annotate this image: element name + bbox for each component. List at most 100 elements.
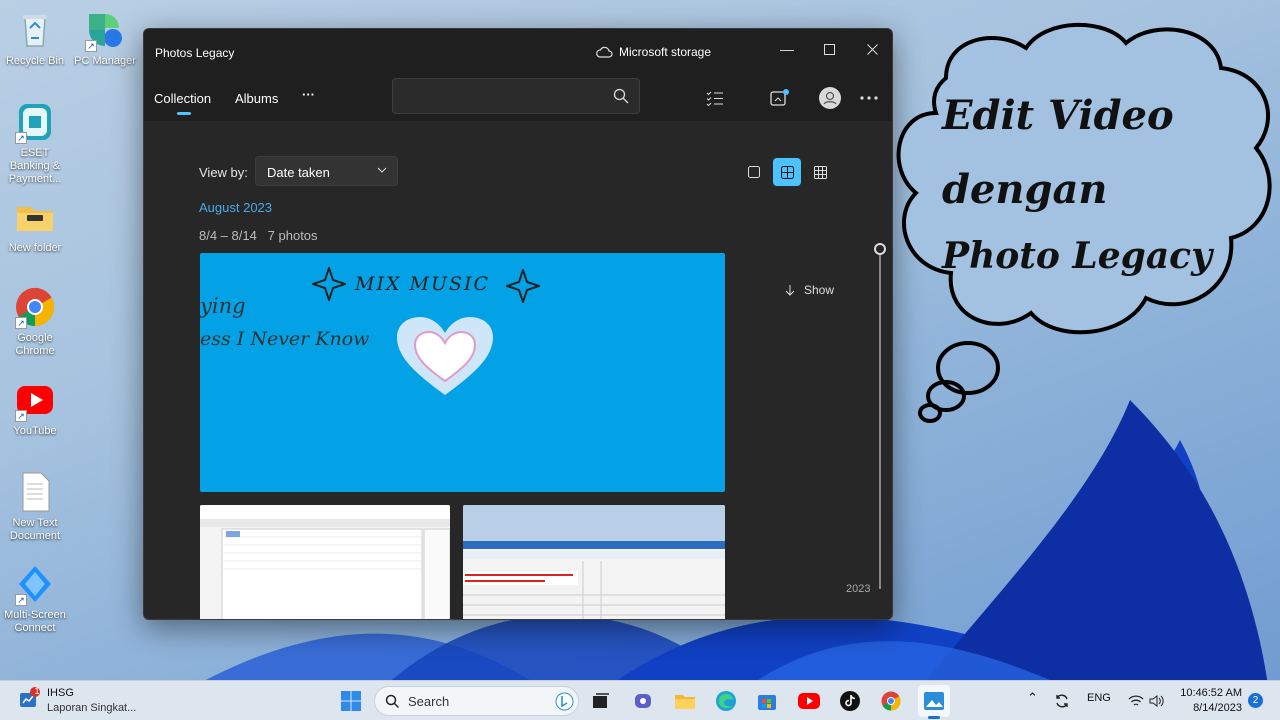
taskbar-edge[interactable] xyxy=(712,687,740,715)
recycle-bin-icon xyxy=(23,15,47,47)
taskbar-tiktok[interactable] xyxy=(836,687,864,715)
size-small-button[interactable] xyxy=(806,158,834,186)
clock-date: 8/14/2023 xyxy=(1193,702,1242,714)
cloud-icon xyxy=(596,46,613,58)
storage-label: Microsoft storage xyxy=(619,45,712,59)
import-icon xyxy=(770,89,789,106)
desktop-icon-label: YouTube xyxy=(13,425,57,437)
avatar-icon xyxy=(819,87,841,109)
timeline-year[interactable]: 2023 xyxy=(846,583,870,595)
widget-badge: 1 xyxy=(34,686,40,696)
desktop-icon-pc-manager[interactable]: ↗ PC Manager xyxy=(70,8,140,68)
sparkle-icon xyxy=(506,269,540,303)
search-icon xyxy=(613,88,629,104)
notification-badge[interactable]: 2 xyxy=(1248,693,1263,708)
active-tab-indicator xyxy=(177,112,191,115)
clock-time: 10:46:52 AM xyxy=(1180,687,1242,699)
account-button[interactable] xyxy=(817,85,843,111)
desktop-icon-label: New Text Document xyxy=(9,517,61,542)
grid-small-icon xyxy=(813,165,827,179)
widget-title: IHSG xyxy=(47,687,74,699)
desktop-icon-chrome[interactable]: ↗ Google Chrome xyxy=(0,285,70,358)
taskbar-task-view[interactable] xyxy=(587,687,615,715)
desktop-icon-youtube[interactable]: ↗ YouTube xyxy=(0,378,70,438)
tray-sync[interactable] xyxy=(1048,687,1076,715)
teams-icon xyxy=(635,694,651,708)
sync-icon xyxy=(1056,694,1068,708)
taskbar-photos[interactable] xyxy=(918,685,950,719)
taskbar-youtube[interactable] xyxy=(795,687,823,715)
windows-icon xyxy=(341,691,361,711)
start-button[interactable] xyxy=(337,687,365,715)
single-square-icon xyxy=(748,166,760,178)
show-hidden-icons[interactable]: ⌃ xyxy=(1027,690,1038,706)
taskbar-file-explorer[interactable] xyxy=(671,687,699,715)
photo-caption-title: MIX MUSIC xyxy=(355,273,491,295)
desktop-icon-label: Multi-Screen Connect xyxy=(4,609,66,634)
desktop-icon-label: ESET Banking & Payment... xyxy=(8,147,62,185)
desktop-icon-new-folder[interactable]: New folder xyxy=(0,195,70,255)
thought-bubble xyxy=(896,22,1272,423)
nav-bar: Collection Albums ··· xyxy=(144,75,892,121)
select-button[interactable] xyxy=(702,85,728,111)
close-icon xyxy=(866,43,878,55)
desktop-icon-label: PC Manager xyxy=(74,55,136,67)
size-large-button[interactable] xyxy=(740,158,768,186)
photo-caption-line1: ying xyxy=(200,294,246,318)
photo-caption-line2: ess I Never Know xyxy=(200,328,370,350)
flash-tool-screenshot xyxy=(463,505,725,619)
show-button[interactable]: Show xyxy=(784,283,834,297)
view-by-dropdown[interactable]: Date taken xyxy=(255,156,398,186)
bing-icon xyxy=(555,692,574,711)
desktop-icon-recycle-bin[interactable]: Recycle Bin xyxy=(0,8,70,68)
tab-collection[interactable]: Collection xyxy=(154,91,211,106)
desktop-icon-label: Google Chrome xyxy=(15,332,55,357)
tray-network-volume[interactable] xyxy=(1124,687,1168,715)
taskbar-teams[interactable] xyxy=(629,687,657,715)
taskbar-search[interactable]: Search xyxy=(374,686,579,716)
photo-thumbnail[interactable] xyxy=(200,505,450,619)
desktop-icon-eset[interactable]: ↗ ESET Banking & Payment... xyxy=(0,100,70,186)
volume-icon xyxy=(1149,695,1164,707)
collection-content: View by: Date taken August 2023 8/4 – 8/… xyxy=(144,121,892,619)
desktop-icon-multi-screen[interactable]: ↗ Multi-Screen Connect xyxy=(0,562,70,635)
storage-indicator[interactable]: Microsoft storage xyxy=(596,45,711,59)
view-by-value: Date taken xyxy=(267,165,330,180)
maximize-button[interactable] xyxy=(809,35,849,63)
widgets-button[interactable]: 1 xyxy=(18,686,40,714)
more-tabs-button[interactable]: ··· xyxy=(302,87,315,102)
task-view-icon xyxy=(593,693,609,708)
chevron-down-icon xyxy=(377,167,387,173)
size-medium-button[interactable] xyxy=(773,158,801,186)
search-input[interactable] xyxy=(392,78,640,114)
photos-window: Photos Legacy Microsoft storage — Collec… xyxy=(143,28,893,620)
photo-thumbnail[interactable]: MIX MUSIC ying ess I Never Know xyxy=(200,253,725,492)
import-button[interactable] xyxy=(767,85,793,111)
desktop-icon-text-document[interactable]: New Text Document xyxy=(0,470,70,543)
widget-subtitle: Laporan Singkat... xyxy=(47,702,137,714)
taskbar-store[interactable] xyxy=(753,687,781,715)
disk-management-screenshot xyxy=(200,505,450,619)
view-by-label: View by: xyxy=(199,165,248,180)
title-bar: Photos Legacy Microsoft storage — xyxy=(144,29,892,75)
overlay-title-line3: Photo Legacy xyxy=(942,235,1212,277)
taskbar-chrome[interactable] xyxy=(877,687,905,715)
more-options-button[interactable] xyxy=(856,85,882,111)
youtube-icon xyxy=(798,693,820,709)
show-label: Show xyxy=(804,283,835,297)
edge-icon xyxy=(716,691,736,711)
chrome-icon xyxy=(881,691,901,711)
search-label: Search xyxy=(408,694,450,709)
timeline-scrollbar[interactable] xyxy=(879,249,881,589)
window-title: Photos Legacy xyxy=(155,46,235,60)
photo-thumbnail[interactable] xyxy=(463,505,725,619)
tab-albums[interactable]: Albums xyxy=(235,91,278,106)
clock[interactable]: 10:46:52 AM 8/14/2023 xyxy=(1178,686,1242,716)
language-indicator[interactable]: ENG xyxy=(1087,692,1111,704)
ellipsis-icon xyxy=(860,96,878,100)
month-header[interactable]: August 2023 xyxy=(199,200,272,215)
timeline-scroll-thumb[interactable] xyxy=(874,243,886,255)
taskbar: 1 IHSG Laporan Singkat... Search ⌃ ENG 1… xyxy=(0,680,1280,720)
minimize-button[interactable]: — xyxy=(767,35,807,63)
heart-icon xyxy=(397,317,493,395)
